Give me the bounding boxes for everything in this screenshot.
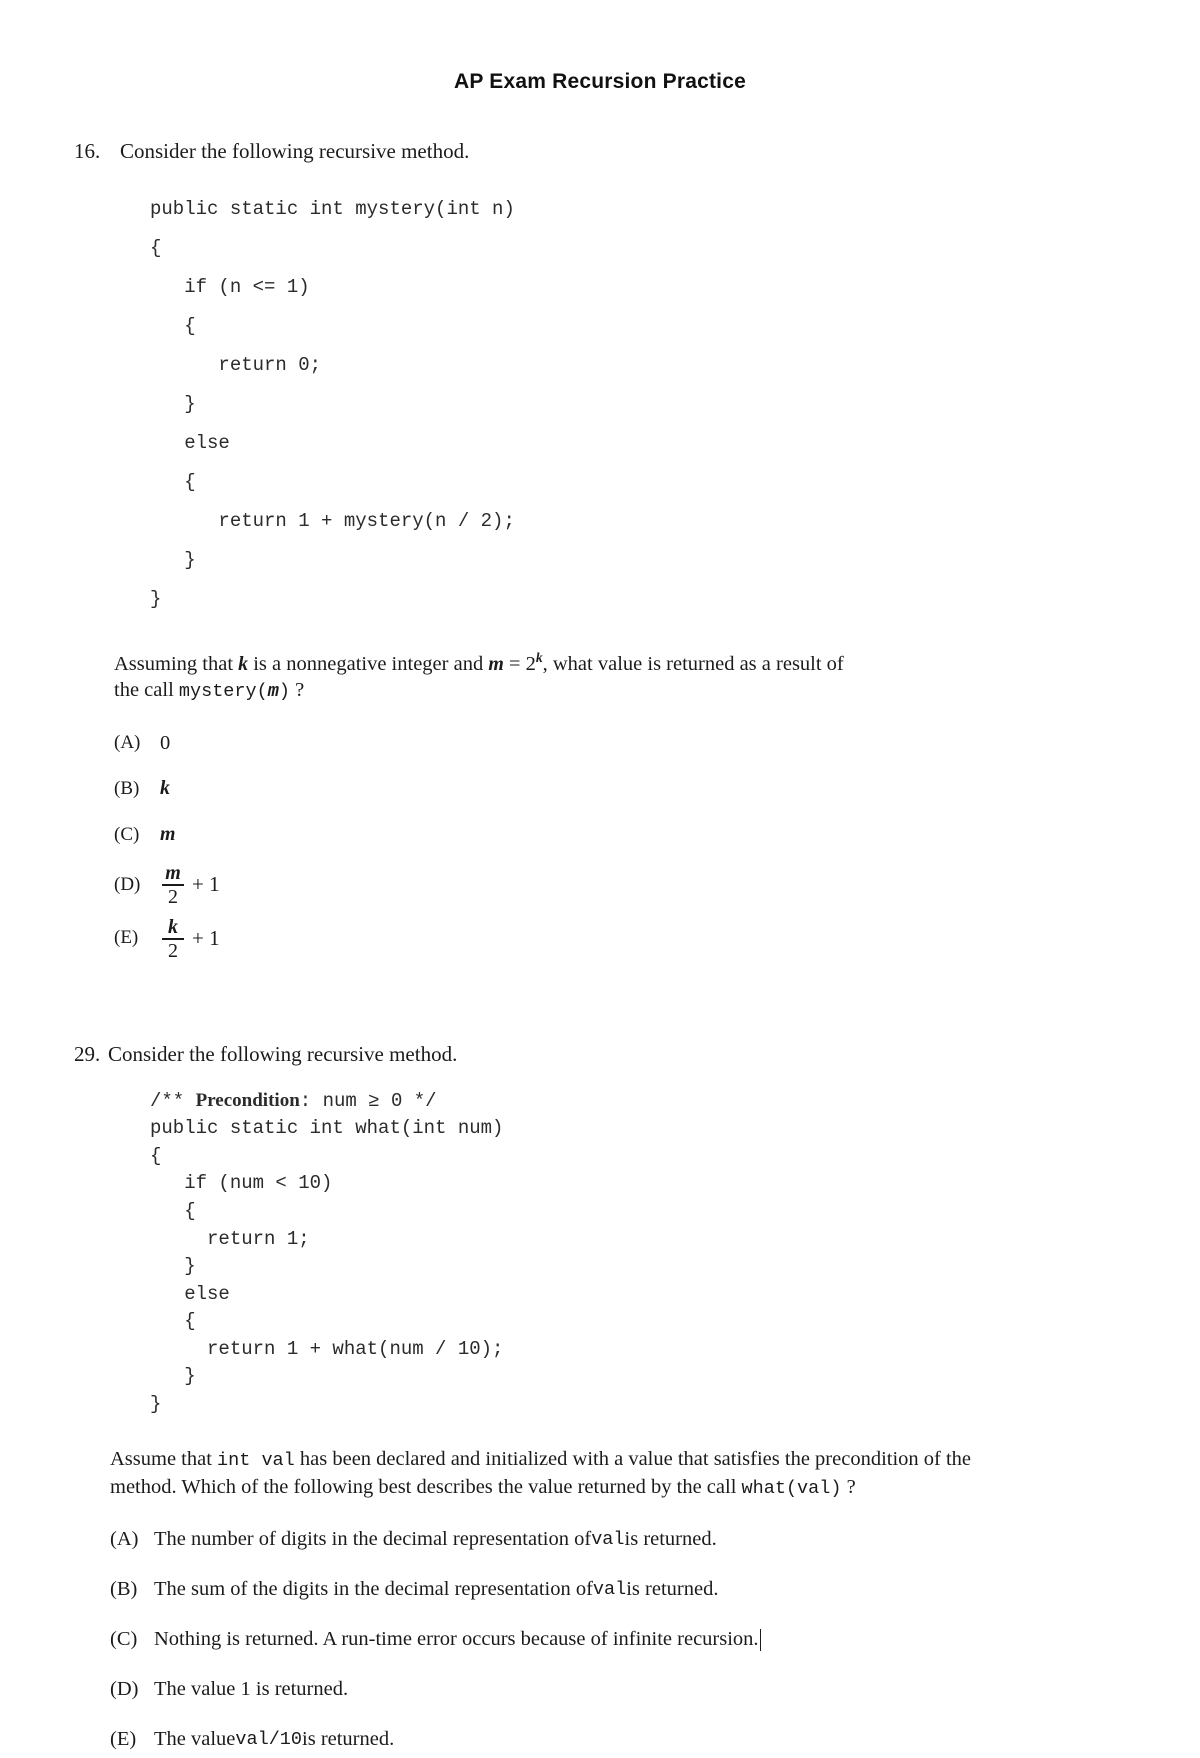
fraction-denominator: 2 bbox=[168, 885, 178, 908]
comment-open: /** bbox=[150, 1089, 196, 1112]
choice-16-e-text: k 2 + 1 bbox=[160, 917, 220, 961]
question-16-number: 16. bbox=[74, 139, 101, 163]
question-16: 16. Consider the following recursive met… bbox=[0, 138, 1200, 961]
choice-29-a-post: is returned. bbox=[624, 1528, 717, 1551]
choice-16-b-text: k bbox=[160, 777, 170, 800]
choice-29-e-post: is returned. bbox=[302, 1728, 395, 1751]
document-page: AP Exam Recursion Practice 16. Consider … bbox=[0, 0, 1200, 1750]
choice-29-b-post: is returned. bbox=[626, 1578, 719, 1601]
int-val-declaration: int val bbox=[217, 1450, 295, 1472]
choice-16-d[interactable]: (D) m 2 + 1 bbox=[114, 863, 1200, 907]
prompt-question-mark: ? bbox=[846, 1475, 856, 1498]
question-29-stem: Consider the following recursive method. bbox=[108, 1041, 458, 1066]
choice-16-c-text: m bbox=[160, 823, 176, 846]
choice-29-d-label: (D) bbox=[110, 1678, 139, 1701]
choice-29-b-pre: The sum of the digits in the decimal rep… bbox=[154, 1578, 593, 1601]
prompt-text-1: Assuming that bbox=[114, 652, 239, 675]
choice-16-a[interactable]: (A) 0 bbox=[114, 725, 1200, 761]
prompt-text-2: is a nonnegative integer and bbox=[248, 652, 489, 675]
choice-29-b-text: The sum of the digits in the decimal rep… bbox=[154, 1576, 718, 1603]
choice-16-d-text: m 2 + 1 bbox=[160, 863, 220, 907]
question-16-prompt: Assuming that k is a nonnegative integer… bbox=[114, 649, 854, 705]
choice-16-b-label: (B) bbox=[114, 778, 140, 799]
question-29: 29. Consider the following recursive met… bbox=[0, 1041, 1200, 1758]
exponent-k: k bbox=[535, 649, 543, 665]
call-mystery: mystery( bbox=[178, 681, 268, 703]
choice-29-e[interactable]: (E) The value val/10 is returned. bbox=[110, 1722, 1200, 1758]
choice-29-b[interactable]: (B) The sum of the digits in the decimal… bbox=[110, 1572, 1200, 1608]
choice-29-d-text: The value 1 is returned. bbox=[154, 1678, 349, 1701]
precondition-label: Precondition bbox=[195, 1089, 300, 1111]
question-16-code-block: public static int mystery(int n) { if (n… bbox=[150, 198, 515, 610]
choice-29-e-text: The value val/10 is returned. bbox=[154, 1726, 394, 1753]
fraction-m-over-2: m 2 bbox=[162, 863, 184, 907]
choice-29-e-label: (E) bbox=[110, 1728, 137, 1751]
question-29-choices: (A) The number of digits in the decimal … bbox=[110, 1522, 1200, 1758]
choice-29-b-label: (B) bbox=[110, 1578, 138, 1601]
call-what-val: what(val) bbox=[741, 1477, 842, 1499]
choice-16-d-suffix: + 1 bbox=[192, 872, 220, 897]
choice-29-b-mono: val bbox=[592, 1578, 627, 1600]
choice-29-a-mono: val bbox=[591, 1528, 625, 1550]
question-29-heading: 29. Consider the following recursive met… bbox=[0, 1041, 1200, 1067]
choice-16-e-suffix: + 1 bbox=[192, 926, 220, 951]
choice-29-a[interactable]: (A) The number of digits in the decimal … bbox=[110, 1522, 1200, 1558]
call-arg-m: m bbox=[267, 681, 279, 703]
fraction-denominator: 2 bbox=[168, 939, 178, 962]
fraction-numerator: m bbox=[165, 862, 181, 885]
choice-29-a-label: (A) bbox=[110, 1528, 139, 1551]
choice-16-b[interactable]: (B) k bbox=[114, 771, 1200, 807]
choice-16-a-label: (A) bbox=[114, 732, 141, 753]
choice-16-c-label: (C) bbox=[114, 824, 140, 845]
question-29-code-body: public static int what(int num) { if (nu… bbox=[150, 1117, 504, 1415]
fraction-numerator: k bbox=[168, 915, 178, 938]
choice-29-c-text: Nothing is returned. A run-time error oc… bbox=[154, 1626, 762, 1653]
text-cursor bbox=[759, 1628, 762, 1651]
choice-16-e-label: (E) bbox=[114, 927, 139, 949]
question-29-prompt: Assume that int val has been declared an… bbox=[110, 1446, 1030, 1501]
choice-29-e-mono: val/10 bbox=[235, 1728, 303, 1750]
question-16-choices: (A) 0 (B) k (C) m (D) m 2 + 1 (E) k 2 + … bbox=[114, 725, 1200, 961]
comment-rest: : num ≥ 0 */ bbox=[299, 1089, 437, 1112]
precondition-comment: /** Precondition: num ≥ 0 */ bbox=[150, 1090, 437, 1112]
choice-16-e[interactable]: (E) k 2 + 1 bbox=[114, 917, 1200, 961]
choice-29-c-pre: Nothing is returned. A run-time error oc… bbox=[154, 1628, 759, 1651]
fraction-k-over-2: k 2 bbox=[162, 917, 184, 961]
prompt-equals: = 2 bbox=[503, 652, 536, 675]
choice-16-c[interactable]: (C) m bbox=[114, 817, 1200, 853]
choice-29-a-pre: The number of digits in the decimal repr… bbox=[154, 1528, 592, 1551]
prompt-text-1: Assume that bbox=[110, 1448, 218, 1471]
choice-16-d-label: (D) bbox=[114, 873, 141, 895]
choice-29-e-pre: The value bbox=[154, 1728, 236, 1751]
choice-29-a-text: The number of digits in the decimal repr… bbox=[154, 1526, 717, 1553]
question-16-heading: 16. Consider the following recursive met… bbox=[0, 138, 1200, 164]
choice-29-d[interactable]: (D) The value 1 is returned. bbox=[110, 1672, 1200, 1708]
variable-k: k bbox=[238, 652, 249, 675]
prompt-question-mark: ? bbox=[295, 679, 305, 702]
choice-16-a-text: 0 bbox=[160, 732, 171, 755]
variable-m: m bbox=[488, 652, 504, 675]
question-29-code-block: /** Precondition: num ≥ 0 */ public stat… bbox=[150, 1087, 1200, 1419]
call-close-paren: ) bbox=[278, 681, 290, 703]
choice-29-c-label: (C) bbox=[110, 1628, 138, 1651]
page-title: AP Exam Recursion Practice bbox=[454, 70, 746, 93]
question-16-stem: Consider the following recursive method. bbox=[120, 139, 470, 163]
question-29-number: 29. bbox=[74, 1041, 101, 1066]
choice-29-c[interactable]: (C) Nothing is returned. A run-time erro… bbox=[110, 1622, 1200, 1658]
